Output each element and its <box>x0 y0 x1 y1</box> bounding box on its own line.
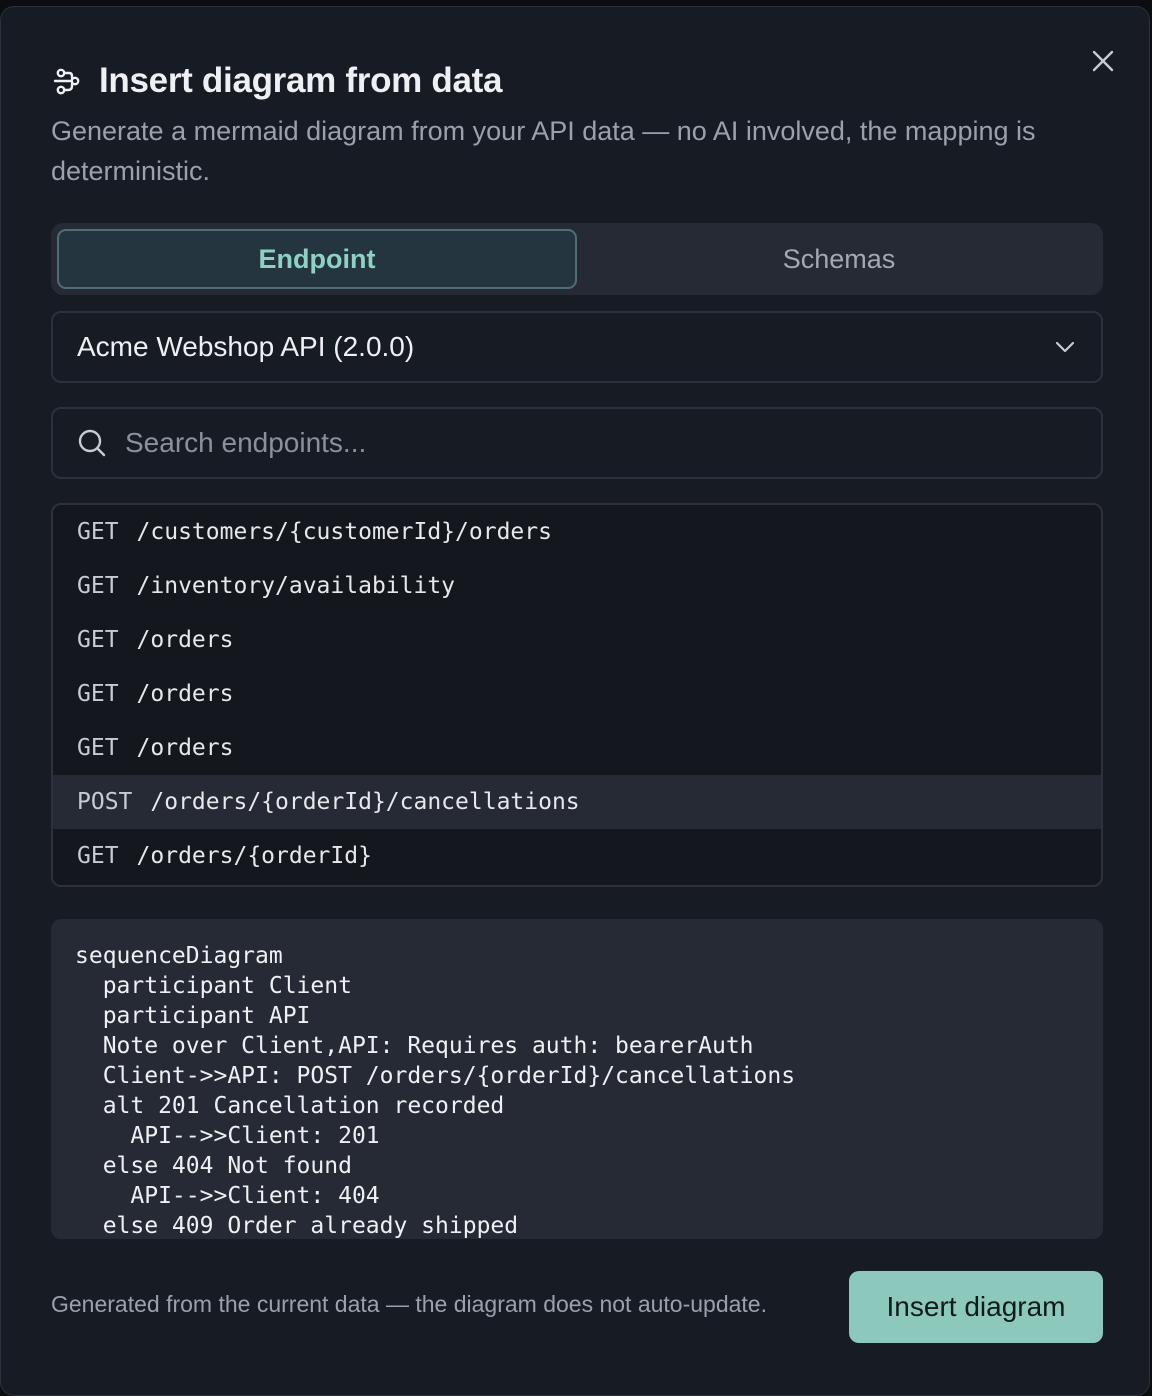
endpoint-item[interactable]: GET/orders/{orderId} <box>53 829 1101 883</box>
endpoint-method: GET <box>77 735 119 761</box>
footer-note: Generated from the current data — the di… <box>51 1291 767 1317</box>
endpoint-path: /orders/{orderId}/cancellations <box>150 789 580 815</box>
endpoint-item[interactable]: GET/orders <box>53 721 1101 775</box>
endpoint-path: /customers/{customerId}/orders <box>136 519 552 545</box>
code-line: API-->>Client: 201 <box>75 1123 380 1149</box>
endpoint-path: /orders <box>136 627 234 653</box>
diagram-flow-icon <box>51 65 83 97</box>
close-icon <box>1092 50 1114 72</box>
code-line: API-->>Client: 404 <box>75 1183 380 1209</box>
mode-tabs: Endpoint Schemas <box>51 223 1103 295</box>
search-icon <box>77 428 107 458</box>
endpoint-item-selected[interactable]: POST/orders/{orderId}/cancellations <box>53 775 1101 829</box>
endpoint-path: /orders <box>136 681 234 707</box>
insert-diagram-dialog: Insert diagram from data Generate a merm… <box>0 6 1150 1396</box>
search-box <box>51 407 1103 479</box>
code-line: participant API <box>75 1003 311 1029</box>
endpoint-item[interactable]: GET/orders <box>53 613 1101 667</box>
endpoint-item[interactable]: GET/customers/{customerId}/orders <box>53 505 1101 559</box>
code-line: else 404 Not found <box>75 1153 352 1179</box>
diagram-preview-code[interactable]: sequenceDiagram participant Client parti… <box>51 919 1103 1239</box>
endpoint-method: GET <box>77 843 119 869</box>
dialog-title: Insert diagram from data <box>99 61 503 100</box>
endpoint-path: /inventory/availability <box>136 573 456 599</box>
search-input[interactable] <box>125 427 1077 459</box>
endpoint-item[interactable]: GET/orders <box>53 667 1101 721</box>
code-line: alt 201 Cancellation recorded <box>75 1093 505 1119</box>
endpoint-method: GET <box>77 627 119 653</box>
code-line: Client->>API: POST /orders/{orderId}/can… <box>75 1063 796 1089</box>
dialog-subtitle: Generate a mermaid diagram from your API… <box>51 116 1036 186</box>
dialog-header: Insert diagram from data <box>51 59 502 103</box>
endpoint-method: POST <box>77 789 133 815</box>
close-button[interactable] <box>1087 45 1119 77</box>
code-line: participant Client <box>75 973 352 999</box>
endpoint-path: /orders <box>136 735 234 761</box>
code-line: else 409 Order already shipped <box>75 1213 519 1239</box>
insert-diagram-button[interactable]: Insert diagram <box>849 1271 1103 1343</box>
code-line: Note over Client,API: Requires auth: bea… <box>75 1033 754 1059</box>
api-select[interactable]: Acme Webshop API (2.0.0) <box>51 311 1103 383</box>
chevron-down-icon <box>1053 335 1077 359</box>
tab-schemas[interactable]: Schemas <box>581 229 1097 289</box>
endpoint-method: GET <box>77 573 119 599</box>
api-select-value: Acme Webshop API (2.0.0) <box>77 331 415 362</box>
endpoint-path: /orders/{orderId} <box>136 843 372 869</box>
tab-endpoint[interactable]: Endpoint <box>57 229 577 289</box>
endpoint-method: GET <box>77 681 119 707</box>
endpoint-method: GET <box>77 519 119 545</box>
endpoint-item[interactable]: GET/inventory/availability <box>53 559 1101 613</box>
code-line: sequenceDiagram <box>75 943 283 969</box>
endpoint-list: GET/customers/{customerId}/orders GET/in… <box>51 503 1103 887</box>
